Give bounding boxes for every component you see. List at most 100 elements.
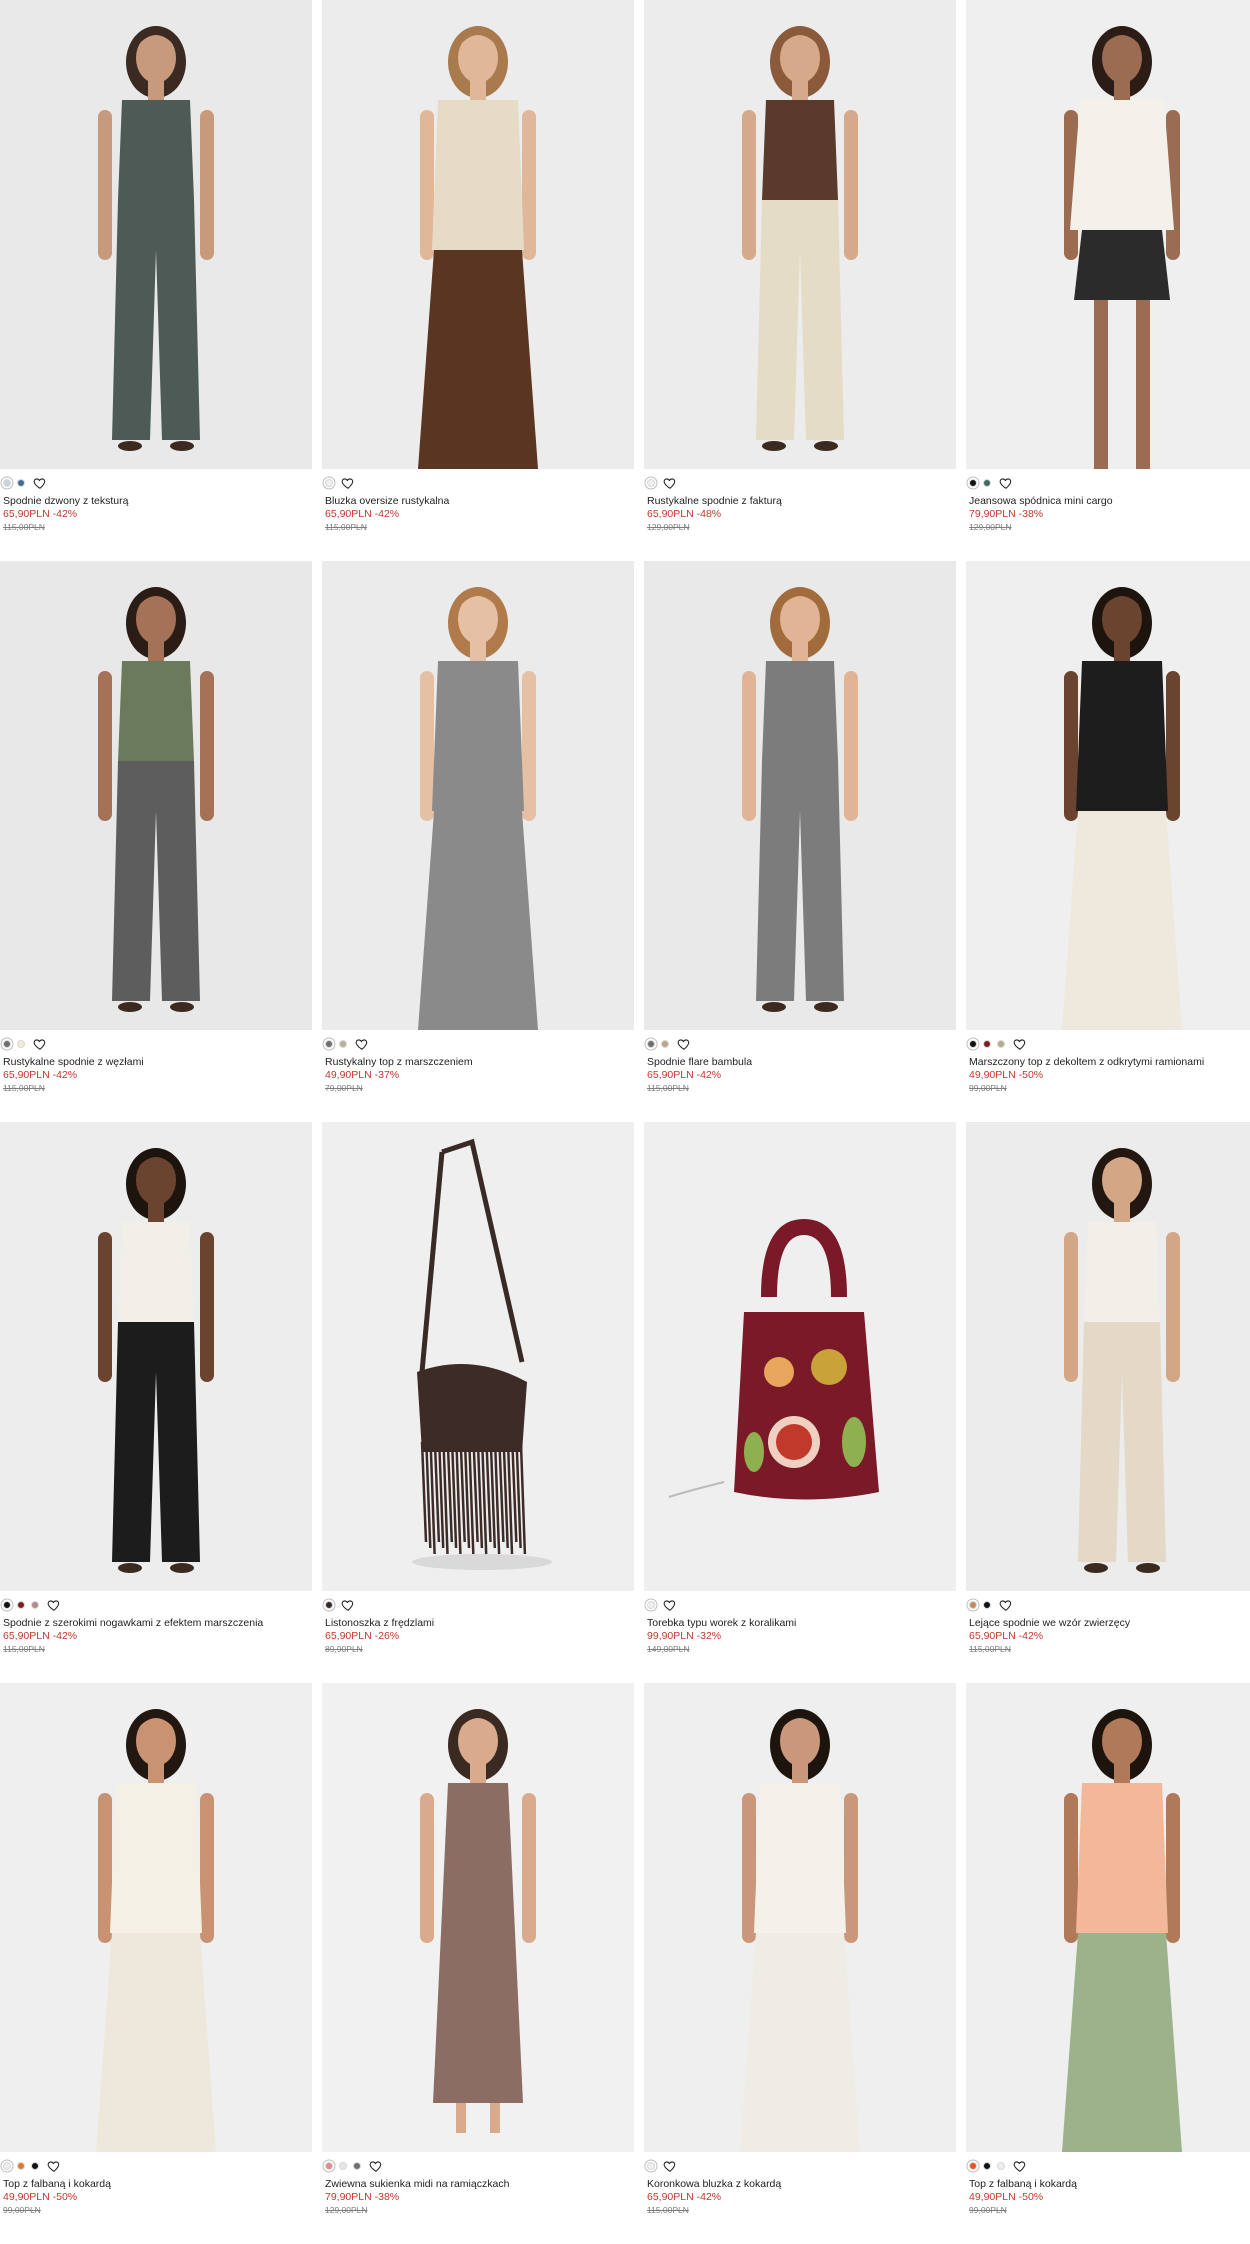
color-swatch[interactable] [969,1601,977,1609]
color-swatch[interactable] [647,1040,655,1048]
product-card[interactable]: Lejące spodnie we wzór zwierzęcy 65,90PLN… [966,1122,1250,1683]
wishlist-heart-icon[interactable] [1013,2159,1027,2173]
color-swatch[interactable] [17,479,25,487]
color-swatch[interactable] [339,1040,347,1048]
color-swatch[interactable] [325,2162,333,2170]
product-card[interactable]: Rustykalne spodnie z węzłami 65,90PLN -42… [0,561,312,1122]
color-swatch[interactable] [17,1040,25,1048]
wishlist-heart-icon[interactable] [355,1037,369,1051]
product-image[interactable] [644,0,956,469]
product-card[interactable]: Top z falbaną i kokardą 49,90PLN -50% 99,0… [966,1683,1250,2244]
wishlist-heart-icon[interactable] [47,1598,61,1612]
wishlist-heart-icon[interactable] [341,476,355,490]
color-swatch[interactable] [983,1040,991,1048]
product-image[interactable] [966,1683,1250,2152]
color-swatch[interactable] [647,479,655,487]
product-card[interactable]: Spodnie z szerokimi nogawkami z efektem … [0,1122,312,1683]
wishlist-heart-icon[interactable] [663,2159,677,2173]
product-name[interactable]: Torebka typu worek z koralikami [647,1617,953,1630]
product-image[interactable] [322,561,634,1030]
product-name[interactable]: Rustykalne spodnie z fakturą [647,495,953,508]
product-card[interactable]: Bluzka oversize rustykalna 65,90PLN -42% 1… [322,0,634,561]
product-image[interactable] [644,561,956,1030]
product-card[interactable]: Top z falbaną i kokardą 49,90PLN -50% 99,0… [0,1683,312,2244]
product-image[interactable] [0,1122,312,1591]
color-swatch[interactable] [661,1040,669,1048]
wishlist-heart-icon[interactable] [369,2159,383,2173]
product-image[interactable] [322,0,634,469]
product-card[interactable]: Rustykalny top z marszczeniem 49,90PLN -3… [322,561,634,1122]
product-card[interactable]: Jeansowa spódnica mini cargo 79,90PLN -38… [966,0,1250,561]
product-name[interactable]: Listonoszka z frędzlami [325,1617,631,1630]
color-swatch[interactable] [983,1601,991,1609]
product-card[interactable]: Torebka typu worek z koralikami 99,90PLN … [644,1122,956,1683]
wishlist-heart-icon[interactable] [663,1598,677,1612]
product-card[interactable]: Koronkowa bluzka z kokardą 65,90PLN -42% 1… [644,1683,956,2244]
product-card[interactable]: Spodnie dzwony z teksturą 65,90PLN -42% 11… [0,0,312,561]
product-image[interactable] [966,1122,1250,1591]
sale-price: 65,90PLN -42% [325,508,631,521]
product-image[interactable] [966,0,1250,469]
product-name[interactable]: Zwiewna sukienka midi na ramiączkach [325,2178,631,2191]
wishlist-heart-icon[interactable] [47,2159,61,2173]
color-swatch[interactable] [17,2162,25,2170]
product-name[interactable]: Marszczony top z dekoltem z odkrytymi ra… [969,1056,1250,1069]
color-swatch[interactable] [353,2162,361,2170]
color-swatch[interactable] [983,2162,991,2170]
product-card[interactable]: Zwiewna sukienka midi na ramiączkach 79,9… [322,1683,634,2244]
color-swatch[interactable] [3,2162,11,2170]
sale-price: 65,90PLN -26% [325,1630,631,1643]
color-swatch[interactable] [3,1040,11,1048]
color-swatch[interactable] [647,2162,655,2170]
wishlist-heart-icon[interactable] [663,476,677,490]
color-swatch[interactable] [325,1040,333,1048]
color-swatch[interactable] [997,2162,1005,2170]
product-image[interactable] [322,1683,634,2152]
product-card[interactable]: Listonoszka z frędzlami 65,90PLN -26% 89,9… [322,1122,634,1683]
product-name[interactable]: Spodnie flare bambula [647,1056,953,1069]
color-swatch[interactable] [3,1601,11,1609]
wishlist-heart-icon[interactable] [341,1598,355,1612]
wishlist-heart-icon[interactable] [1013,1037,1027,1051]
original-price: 79,00PLN [325,1083,363,1093]
product-image[interactable] [644,1683,956,2152]
wishlist-heart-icon[interactable] [33,476,47,490]
color-swatch[interactable] [997,1040,1005,1048]
color-swatch[interactable] [17,1601,25,1609]
product-name[interactable]: Top z falbaną i kokardą [969,2178,1250,2191]
product-name[interactable]: Spodnie dzwony z teksturą [3,495,309,508]
color-swatch[interactable] [31,1601,39,1609]
wishlist-heart-icon[interactable] [33,1037,47,1051]
product-name[interactable]: Bluzka oversize rustykalna [325,495,631,508]
color-swatch[interactable] [31,2162,39,2170]
product-image[interactable] [322,1122,634,1591]
product-image[interactable] [0,561,312,1030]
wishlist-heart-icon[interactable] [677,1037,691,1051]
product-name[interactable]: Top z falbaną i kokardą [3,2178,309,2191]
color-swatch[interactable] [969,479,977,487]
product-name[interactable]: Spodnie z szerokimi nogawkami z efektem … [3,1617,309,1630]
product-card[interactable]: Rustykalne spodnie z fakturą 65,90PLN -48… [644,0,956,561]
product-image[interactable] [966,561,1250,1030]
color-swatch[interactable] [339,2162,347,2170]
product-name[interactable]: Rustykalny top z marszczeniem [325,1056,631,1069]
product-name[interactable]: Lejące spodnie we wzór zwierzęcy [969,1617,1250,1630]
color-swatch[interactable] [325,1601,333,1609]
color-swatch[interactable] [969,1040,977,1048]
product-name[interactable]: Rustykalne spodnie z węzłami [3,1056,309,1069]
wishlist-heart-icon[interactable] [999,1598,1013,1612]
product-image[interactable] [0,0,312,469]
product-name[interactable]: Jeansowa spódnica mini cargo [969,495,1250,508]
sale-price: 49,90PLN -50% [969,1069,1250,1082]
color-swatch[interactable] [969,2162,977,2170]
color-swatch[interactable] [325,479,333,487]
product-card[interactable]: Marszczony top z dekoltem z odkrytymi ra… [966,561,1250,1122]
color-swatch[interactable] [3,479,11,487]
color-swatch[interactable] [983,479,991,487]
product-card[interactable]: Spodnie flare bambula 65,90PLN -42% 115,00… [644,561,956,1122]
product-name[interactable]: Koronkowa bluzka z kokardą [647,2178,953,2191]
product-image[interactable] [0,1683,312,2152]
wishlist-heart-icon[interactable] [999,476,1013,490]
color-swatch[interactable] [647,1601,655,1609]
product-image[interactable] [644,1122,956,1591]
